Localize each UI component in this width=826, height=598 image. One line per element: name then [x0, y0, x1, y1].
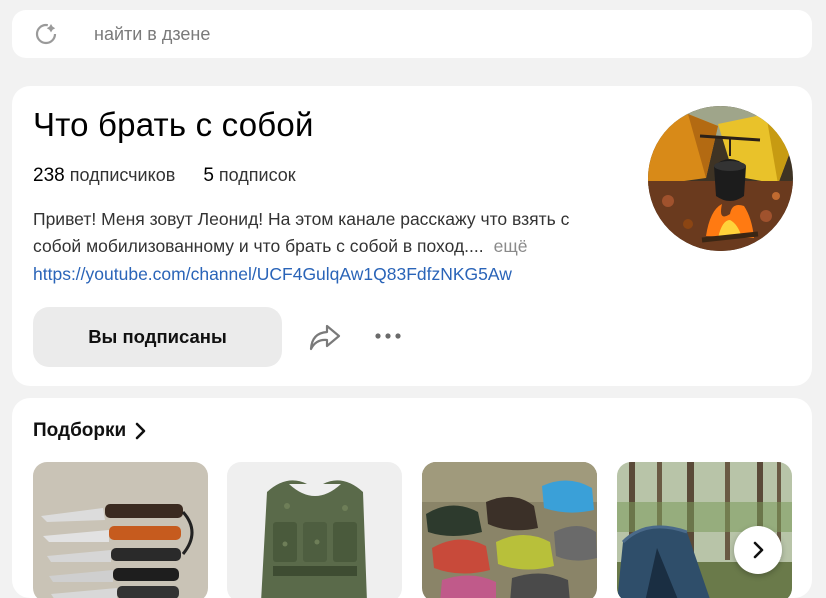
- shoes-thumbnail-icon: [422, 462, 597, 598]
- subscribers-label: подписчиков: [69, 165, 176, 185]
- subscriptions-count: 5: [203, 165, 214, 186]
- subscribers-count: 238: [33, 165, 65, 186]
- tactical-vest-thumbnail-icon: [227, 462, 402, 598]
- search-icon: [35, 23, 57, 45]
- channel-external-link[interactable]: https://youtube.com/channel/UCF4GulqAw1Q…: [33, 264, 512, 285]
- subscriptions-label: подписок: [218, 165, 296, 185]
- selection-thumb-vest[interactable]: [227, 462, 402, 598]
- camp-cauldron-avatar-icon: [648, 106, 793, 251]
- search-input[interactable]: [94, 23, 694, 45]
- description-text: Привет! Меня зовут Леонид! На этом канал…: [33, 209, 570, 256]
- selection-thumb-shoes[interactable]: [422, 462, 597, 598]
- channel-stats: 238 подписчиков 5 подписок: [33, 165, 296, 187]
- more-link[interactable]: ещё: [494, 236, 528, 256]
- carousel-next-button[interactable]: [734, 526, 782, 574]
- channel-title: Что брать с собой: [33, 106, 314, 143]
- share-arrow-icon[interactable]: [308, 320, 342, 354]
- channel-card: Что брать с собой 238 подписчиков 5 подп…: [12, 86, 812, 386]
- more-dots-icon[interactable]: [374, 322, 402, 350]
- channel-description: Привет! Меня зовут Леонид! На этом канал…: [33, 206, 613, 260]
- chevron-right-icon: [135, 422, 146, 440]
- search-bar[interactable]: [12, 10, 812, 58]
- subscribed-button[interactable]: Вы подписаны: [33, 307, 282, 367]
- selections-header[interactable]: Подборки: [33, 420, 148, 442]
- selection-thumb-knives[interactable]: [33, 462, 208, 598]
- selections-title: Подборки: [33, 420, 127, 441]
- knives-thumbnail-icon: [33, 462, 208, 598]
- chevron-right-icon: [753, 541, 764, 559]
- selections-section: Подборки: [12, 398, 812, 598]
- channel-avatar: [648, 106, 793, 251]
